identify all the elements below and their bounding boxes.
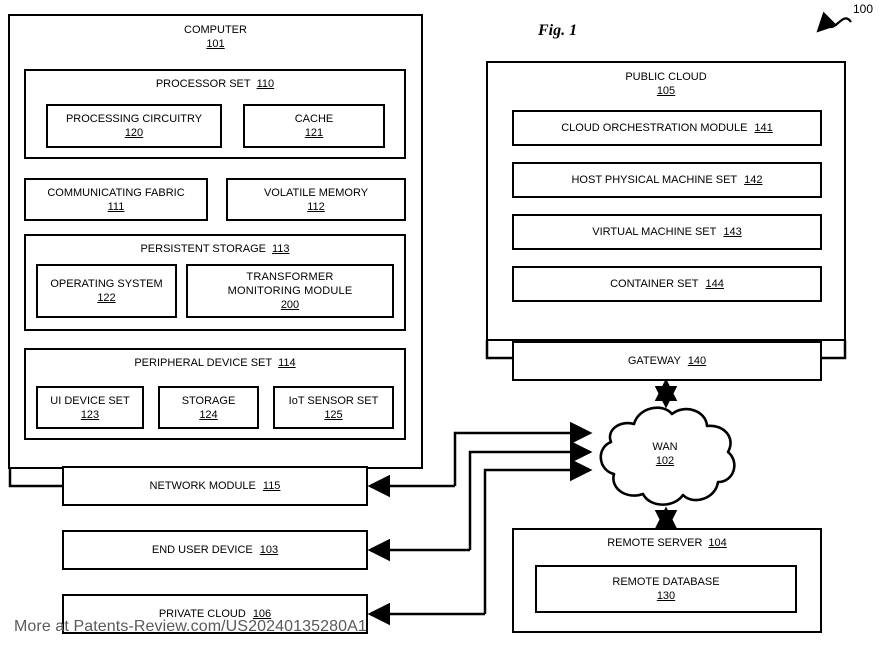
communicating-fabric-number: 111 [107,200,125,213]
wan-content: WAN 102 [588,440,742,468]
persistent-storage-number: 113 [271,243,290,255]
virtual-machine-set-content: VIRTUAL MACHINE SET 143 [514,216,820,248]
operating-system-content: OPERATING SYSTEM 122 [38,266,175,316]
storage-content: STORAGE 124 [160,388,257,427]
patent-figure-page: Fig. 1 100 COMPUTER 101 PROCESSOR SET 110… [0,0,880,649]
processor-set-number: 110 [256,78,275,90]
remote-database-number: 130 [656,590,676,602]
remote-database-box: REMOTE DATABASE 130 [535,565,797,613]
iot-sensor-set-number: 125 [324,408,343,421]
transformer-monitoring-module-number: 200 [280,299,300,311]
remote-database-content: REMOTE DATABASE 130 [537,567,795,611]
remote-server-number: 104 [708,537,727,549]
cloud-orchestration-module-box: CLOUD ORCHESTRATION MODULE 141 [512,110,822,146]
storage-box: STORAGE 124 [158,386,259,429]
volatile-memory-label: VOLATILE MEMORY [263,186,369,199]
processor-set-header: PROCESSOR SET 110 [26,71,404,91]
network-module-box: NETWORK MODULE 115 [62,466,368,506]
cloud-orchestration-module-number: 141 [754,122,773,134]
volatile-memory-content: VOLATILE MEMORY 112 [228,180,404,219]
persistent-storage-header: PERSISTENT STORAGE 113 [26,236,404,256]
network-module-content: NETWORK MODULE 115 [64,468,366,504]
gateway-box: GATEWAY 140 [512,341,822,381]
container-set-box: CONTAINER SET 144 [512,266,822,302]
container-set-content: CONTAINER SET 144 [514,268,820,300]
peripheral-device-set-number: 114 [278,357,296,369]
ui-device-set-box: UI DEVICE SET 123 [36,386,144,429]
volatile-memory-number: 112 [307,200,325,213]
volatile-memory-box: VOLATILE MEMORY 112 [226,178,406,221]
cache-number: 121 [304,127,324,139]
gateway-number: 140 [687,355,707,367]
public-cloud-header: PUBLIC CLOUD 105 [488,63,844,98]
processing-circuitry-label: PROCESSING CIRCUITRY [65,113,203,125]
figure-caption: Fig. 1 [538,22,578,39]
container-set-label: CONTAINER SET [610,278,699,290]
iot-sensor-set-content: IoT SENSOR SET 125 [275,388,392,427]
watermark-text: More at Patents-Review.com/US20240135280… [14,618,367,635]
host-physical-machine-set-number: 142 [744,174,763,186]
ui-device-set-content: UI DEVICE SET 123 [38,388,142,427]
host-physical-machine-set-label: HOST PHYSICAL MACHINE SET [571,174,738,186]
communicating-fabric-content: COMMUNICATING FABRIC 111 [26,180,206,219]
ui-device-set-label: UI DEVICE SET [50,394,130,407]
computer-header: COMPUTER 101 [10,16,421,51]
end-user-device-label: END USER DEVICE [151,544,253,556]
communicating-fabric-box: COMMUNICATING FABRIC 111 [24,178,208,221]
iot-sensor-set-box: IoT SENSOR SET 125 [273,386,394,429]
end-user-device-box: END USER DEVICE 103 [62,530,368,570]
operating-system-number: 122 [97,292,116,304]
cache-box: CACHE 121 [243,104,385,148]
public-cloud-label: PUBLIC CLOUD [625,71,707,83]
operating-system-label: OPERATING SYSTEM [50,278,163,290]
end-user-device-content: END USER DEVICE 103 [64,532,366,568]
virtual-machine-set-number: 143 [723,226,742,238]
remote-server-label: REMOTE SERVER [607,537,703,549]
transformer-monitoring-module-content: TRANSFORMER MONITORING MODULE 200 [188,266,392,316]
virtual-machine-set-box: VIRTUAL MACHINE SET 143 [512,214,822,250]
peripheral-device-set-label: PERIPHERAL DEVICE SET [134,357,273,369]
gateway-content: GATEWAY 140 [514,343,820,379]
storage-number: 124 [199,408,218,421]
iot-sensor-set-label: IoT SENSOR SET [288,394,379,407]
persistent-storage-label: PERSISTENT STORAGE [140,243,266,255]
transformer-monitoring-module-label: TRANSFORMER MONITORING MODULE [227,271,353,297]
processing-circuitry-box: PROCESSING CIRCUITRY 120 [46,104,222,148]
public-cloud-number: 105 [656,85,676,97]
communicating-fabric-label: COMMUNICATING FABRIC [47,186,185,199]
operating-system-box: OPERATING SYSTEM 122 [36,264,177,318]
network-module-label: NETWORK MODULE [149,480,256,492]
remote-database-label: REMOTE DATABASE [612,576,720,588]
storage-label: STORAGE [181,394,236,407]
host-physical-machine-set-box: HOST PHYSICAL MACHINE SET 142 [512,162,822,198]
peripheral-device-set-header: PERIPHERAL DEVICE SET 114 [26,350,404,370]
wan-number: 102 [655,455,675,467]
figure-reference-number: 100 [853,2,874,16]
processing-circuitry-number: 120 [124,127,144,139]
host-physical-machine-set-content: HOST PHYSICAL MACHINE SET 142 [514,164,820,196]
gateway-label: GATEWAY [627,355,681,367]
processing-circuitry-content: PROCESSING CIRCUITRY 120 [48,106,220,146]
cloud-orchestration-module-label: CLOUD ORCHESTRATION MODULE [561,122,748,134]
network-module-number: 115 [262,480,281,492]
wan-label: WAN [652,441,678,453]
container-set-number: 144 [705,278,724,290]
ui-device-set-number: 123 [80,408,100,421]
cloud-orchestration-module-content: CLOUD ORCHESTRATION MODULE 141 [514,112,820,144]
cache-content: CACHE 121 [245,106,383,146]
remote-server-header: REMOTE SERVER 104 [514,530,820,550]
transformer-monitoring-module-box: TRANSFORMER MONITORING MODULE 200 [186,264,394,318]
virtual-machine-set-label: VIRTUAL MACHINE SET [592,226,717,238]
computer-label: COMPUTER [184,24,247,36]
computer-number: 101 [206,38,225,50]
processor-set-label: PROCESSOR SET [155,78,251,90]
cache-label: CACHE [294,113,334,125]
end-user-device-number: 103 [259,544,279,556]
